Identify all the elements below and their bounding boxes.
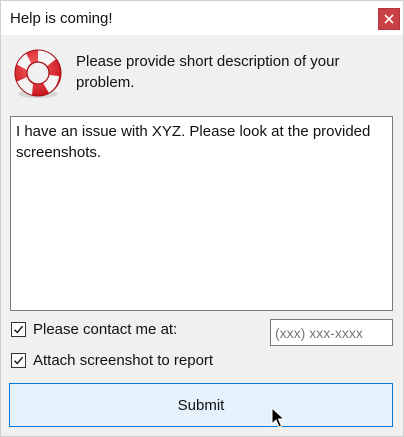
prompt-text: Please provide short description of your… [76,53,340,91]
window-title: Help is coming! [10,10,113,27]
close-button[interactable] [378,8,400,30]
contact-row: Please contact me at: [11,321,177,338]
attach-screenshot-label: Attach screenshot to report [33,352,214,369]
dialog-body: Please provide short description of your… [1,35,403,436]
submit-button[interactable]: Submit [9,383,393,427]
checkmark-icon [14,356,24,365]
title-bar[interactable]: Help is coming! [1,1,403,35]
description-textarea[interactable]: I have an issue with XYZ. Please look at… [10,116,393,311]
help-dialog: Help is coming! Please provide short des… [0,0,404,437]
contact-checkbox[interactable] [11,322,26,337]
attach-row: Attach screenshot to report [11,352,213,369]
lifebuoy-icon [14,49,62,98]
close-icon [384,14,394,24]
checkmark-icon [14,325,24,334]
phone-input[interactable] [270,319,393,346]
contact-label: Please contact me at: [33,321,178,338]
attach-screenshot-checkbox[interactable] [11,353,26,368]
